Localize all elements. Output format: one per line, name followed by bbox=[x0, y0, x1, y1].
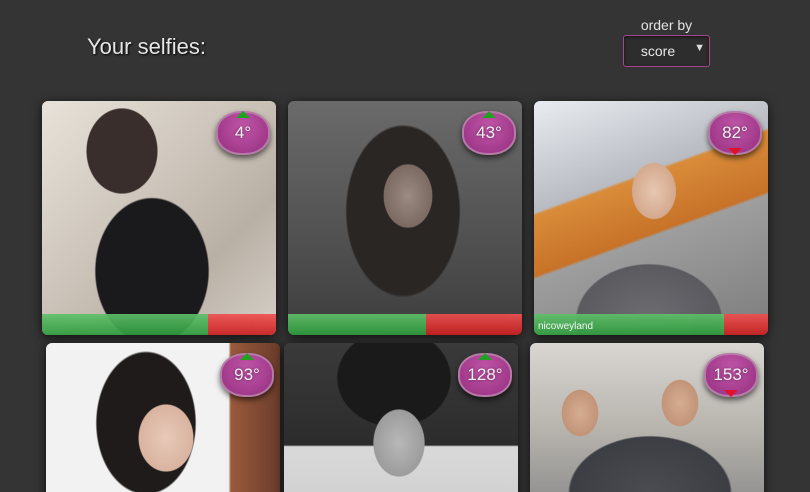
score-bar bbox=[42, 314, 276, 335]
trend-down-icon bbox=[724, 390, 738, 397]
degree-badge: 43° bbox=[462, 111, 516, 155]
degree-badge: 4° bbox=[216, 111, 270, 155]
selfie-card[interactable]: 93° bbox=[46, 343, 280, 492]
dropdown-caret-icon: ▼ bbox=[694, 42, 705, 54]
photo-watermark: nicoweyland bbox=[538, 321, 594, 332]
score-bar-positive bbox=[288, 314, 427, 335]
score-bar-negative bbox=[723, 314, 768, 335]
degree-value: 43° bbox=[476, 123, 502, 142]
trend-up-icon bbox=[240, 353, 254, 360]
score-bar-positive bbox=[42, 314, 209, 335]
selfie-card[interactable]: 43° bbox=[288, 101, 522, 335]
selfie-card[interactable]: 153° bbox=[530, 343, 764, 492]
selfie-card[interactable]: nicoweyland 82° bbox=[534, 101, 768, 335]
score-bar-negative bbox=[426, 314, 522, 335]
degree-value: 93° bbox=[234, 365, 260, 384]
trend-down-icon bbox=[728, 148, 742, 155]
order-by-label: order by bbox=[640, 17, 693, 33]
degree-badge: 93° bbox=[220, 353, 274, 397]
trend-up-icon bbox=[478, 353, 492, 360]
degree-value: 128° bbox=[467, 365, 503, 384]
selfies-page: Your selfies: order by score ▼ 4° 43° ni… bbox=[0, 0, 810, 492]
page-title: Your selfies: bbox=[87, 34, 207, 59]
trend-up-icon bbox=[236, 111, 250, 118]
selfie-card[interactable]: 128° bbox=[284, 343, 518, 492]
score-bar bbox=[288, 314, 522, 335]
degree-badge: 153° bbox=[704, 353, 758, 397]
trend-up-icon bbox=[482, 111, 496, 118]
degree-badge: 128° bbox=[458, 353, 512, 397]
degree-value: 82° bbox=[722, 123, 748, 142]
degree-badge: 82° bbox=[708, 111, 762, 155]
order-by-value: score bbox=[640, 43, 676, 59]
selfie-card[interactable]: 4° bbox=[42, 101, 276, 335]
degree-value: 153° bbox=[713, 365, 749, 384]
order-by-select[interactable]: score ▼ bbox=[623, 35, 710, 67]
degree-value: 4° bbox=[234, 123, 252, 142]
score-bar-negative bbox=[208, 314, 276, 335]
